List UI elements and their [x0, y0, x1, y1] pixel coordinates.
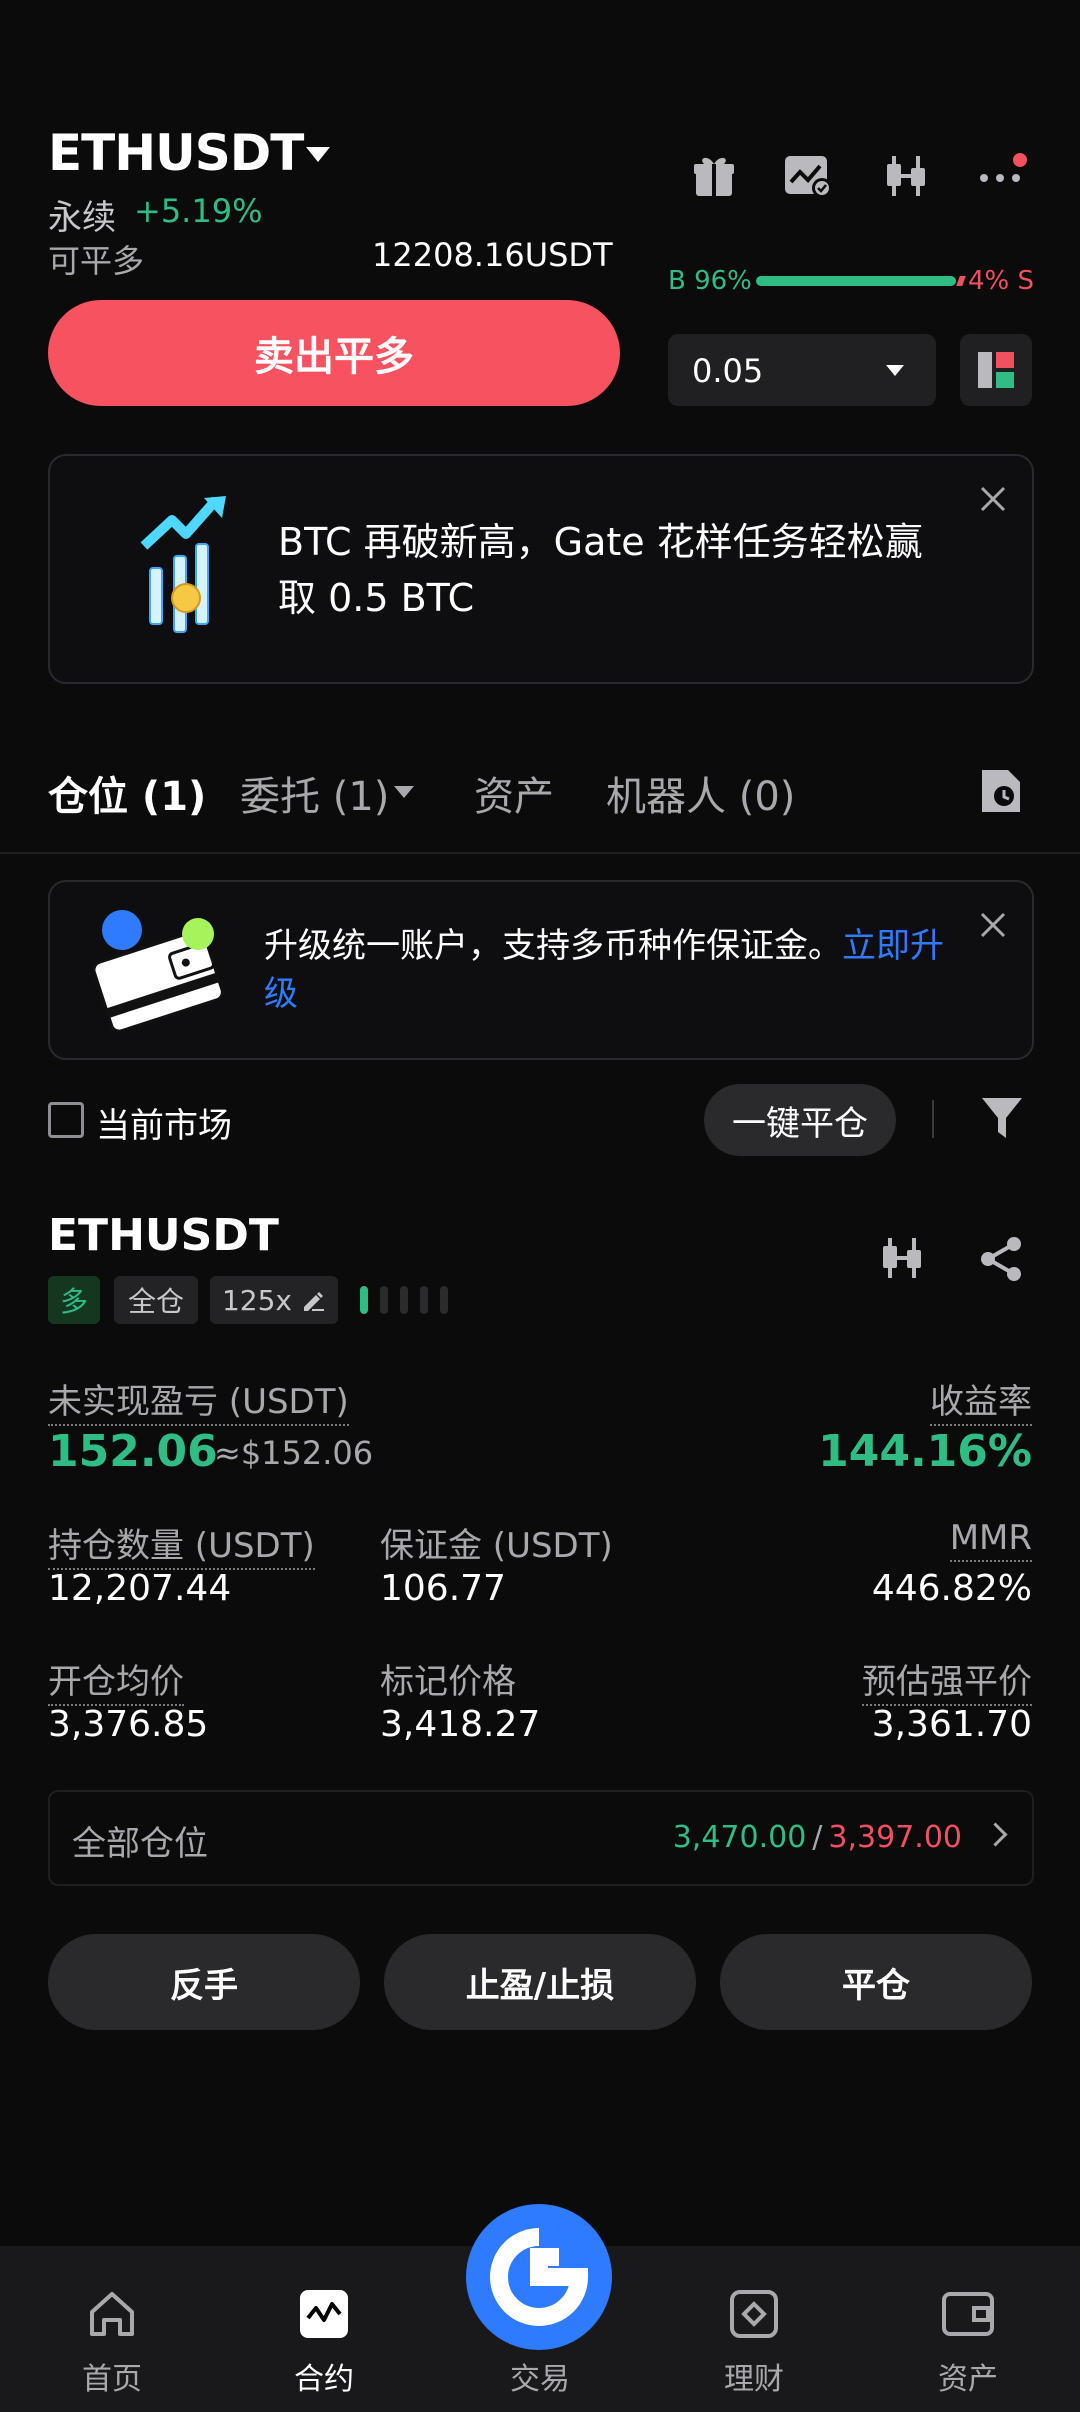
close-all-button[interactable]: 一键平仓 [704, 1084, 896, 1156]
close-icon[interactable] [978, 910, 1008, 940]
margin-mode-badge[interactable]: 全仓 [114, 1276, 198, 1324]
nav-trade-label: 交易 [510, 2362, 570, 2397]
tab-positions[interactable]: 仓位 (1) [48, 764, 206, 822]
divider [932, 1100, 934, 1138]
share-icon[interactable] [976, 1234, 1026, 1288]
risk-bar [380, 1286, 388, 1314]
symbol-title[interactable]: ETHUSDT [48, 124, 304, 182]
chevron-down-icon [886, 365, 904, 376]
leverage-badge[interactable]: 125x [210, 1276, 338, 1324]
side-badge: 多 [48, 1276, 100, 1324]
upgrade-text: 升级统一账户，支持多币种作保证金。立即升级 [264, 922, 964, 1018]
liq-price-label[interactable]: 预估强平价 [862, 1662, 1032, 1706]
entry-price-label[interactable]: 开仓均价 [48, 1662, 184, 1706]
promo-text: BTC 再破新高，Gate 花样任务轻松赢取 0.5 BTC [278, 520, 923, 620]
quantity-select[interactable]: 0.05 [668, 334, 936, 406]
chart-settings-icon[interactable] [780, 148, 836, 204]
upgrade-message: 升级统一账户，支持多币种作保证金。 [264, 926, 842, 966]
nav-earn-label: 理财 [724, 2362, 784, 2397]
risk-bar [440, 1286, 448, 1314]
sell-ratio-bar [956, 276, 966, 286]
quantity-value: 0.05 [692, 352, 764, 390]
trade-logo-icon [490, 2228, 589, 2326]
current-market-label[interactable]: 当前市场 [96, 1098, 232, 1147]
reverse-button[interactable]: 反手 [48, 1934, 360, 2030]
symbol-dropdown-icon[interactable] [306, 147, 330, 162]
unrealized-pnl-label[interactable]: 未实现盈亏 (USDT) [48, 1382, 349, 1426]
tabs-divider [0, 852, 1080, 854]
rising-chart-icon [138, 496, 238, 644]
chevron-down-icon[interactable] [394, 786, 414, 798]
entry-price-value: 3,376.85 [48, 1704, 209, 1745]
close-position-button[interactable]: 平仓 [720, 1934, 1032, 2030]
margin-value: 106.77 [380, 1568, 506, 1609]
margin-label: 保证金 (USDT) [380, 1526, 613, 1566]
sell-close-long-button[interactable]: 卖出平多 [48, 300, 620, 406]
position-symbol[interactable]: ETHUSDT [48, 1210, 279, 1261]
mmr-value: 446.82% [871, 1568, 1032, 1609]
chevron-right-icon [983, 1822, 1008, 1847]
take-profit-price: 3,470.00 [672, 1820, 807, 1855]
close-icon[interactable] [978, 484, 1008, 514]
layout-icon [978, 352, 1014, 388]
roe-label[interactable]: 收益率 [930, 1382, 1032, 1426]
history-icon[interactable] [978, 766, 1024, 820]
available-label: 可平多 [48, 242, 145, 280]
nav-assets-label: 资产 [938, 2362, 998, 2397]
nav-home[interactable]: 首页 [42, 2286, 182, 2397]
risk-bar [400, 1286, 408, 1314]
candlestick-icon[interactable] [878, 1234, 926, 1286]
wallet-icon [942, 2292, 994, 2336]
gift-icon[interactable] [686, 148, 742, 204]
mmr-label[interactable]: MMR [949, 1518, 1032, 1562]
filter-icon[interactable] [978, 1092, 1026, 1148]
risk-bar [420, 1286, 428, 1314]
tab-orders[interactable]: 委托 (1) [240, 764, 389, 822]
all-positions-row[interactable]: 全部仓位 3,470.00/3,397.00 [48, 1790, 1034, 1886]
nav-assets[interactable]: 资产 [898, 2286, 1038, 2397]
sell-ratio-label: 4% S [968, 266, 1035, 296]
liq-price-value: 3,361.70 [871, 1704, 1032, 1745]
home-icon [90, 2292, 134, 2336]
edit-icon [304, 1292, 324, 1311]
tab-bots[interactable]: 机器人 (0) [606, 764, 795, 822]
more-icon[interactable] [974, 148, 1030, 204]
position-size-value: 12,207.44 [48, 1568, 232, 1609]
position-size-label[interactable]: 持仓数量 (USDT) [48, 1526, 315, 1570]
wallet-illustration-icon [80, 906, 230, 1040]
nav-futures-label: 合约 [294, 2362, 354, 2397]
mark-price-label: 标记价格 [380, 1662, 516, 1702]
nav-trade-button[interactable] [466, 2204, 612, 2350]
orderbook-layout-button[interactable] [960, 334, 1032, 406]
risk-bar [360, 1286, 368, 1314]
price-change: +5.19% [134, 192, 263, 230]
candlestick-icon[interactable] [878, 148, 934, 204]
unrealized-pnl-usd: ≈$152.06 [214, 1434, 374, 1472]
upgrade-account-card[interactable]: 升级统一账户，支持多币种作保证金。立即升级 [48, 880, 1034, 1060]
tp-sl-button[interactable]: 止盈/止损 [384, 1934, 696, 2030]
buy-ratio-bar [756, 276, 956, 286]
nav-home-label: 首页 [82, 2362, 142, 2397]
price-separator: / [812, 1820, 823, 1855]
current-market-checkbox[interactable] [48, 1102, 84, 1138]
stop-loss-price: 3,397.00 [828, 1820, 962, 1855]
leverage-value: 125x [221, 1283, 292, 1317]
tab-assets[interactable]: 资产 [474, 764, 554, 822]
all-positions-label: 全部仓位 [72, 1824, 208, 1864]
unrealized-pnl-value: 152.06 [48, 1426, 218, 1477]
nav-earn[interactable]: 理财 [684, 2286, 824, 2397]
nav-futures[interactable]: 合约 [254, 2286, 394, 2397]
contract-type: 永续 [48, 198, 116, 238]
earn-icon [730, 2290, 778, 2338]
roe-value: 144.16% [818, 1426, 1032, 1477]
available-value: 12208.16USDT [372, 236, 613, 274]
mark-price-value: 3,418.27 [380, 1704, 541, 1745]
futures-icon [300, 2290, 348, 2338]
tp-sl-prices: 3,470.00/3,397.00 [673, 1820, 962, 1855]
promo-banner[interactable]: BTC 再破新高，Gate 花样任务轻松赢取 0.5 BTC [48, 454, 1034, 684]
buy-ratio-label: B 96% [668, 266, 752, 296]
